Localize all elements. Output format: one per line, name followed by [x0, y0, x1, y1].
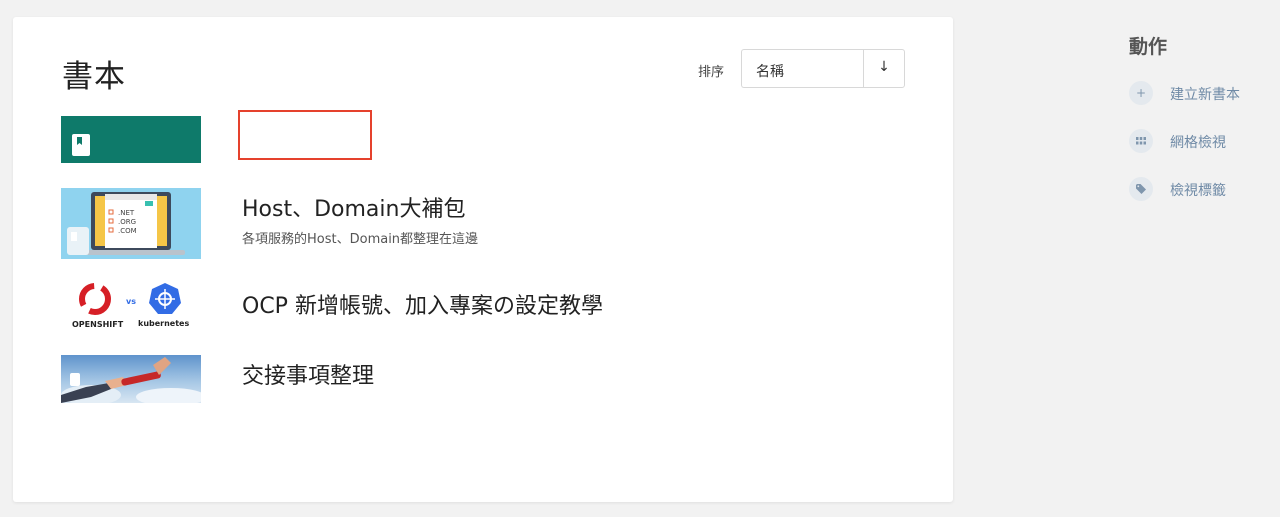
thumb-org-text: .ORG — [118, 218, 137, 226]
actions-title: 動作 — [1129, 36, 1168, 58]
sort-select[interactable]: 名稱 — [741, 49, 864, 88]
books-card: 書本 排序 名稱 ↓ .NET .ORG .COM Host、Domain大補包… — [13, 17, 953, 502]
action-label[interactable]: 建立新書本 — [1170, 84, 1240, 104]
sort-label: 排序 — [698, 65, 725, 80]
sort-direction-button[interactable]: ↓ — [863, 49, 905, 88]
highlighted-empty-title — [238, 110, 372, 160]
book-icon — [72, 134, 90, 156]
handshake-baton-icon — [61, 357, 201, 403]
book-title[interactable]: Host、Domain大補包 — [242, 191, 465, 223]
book-thumbnail[interactable]: .NET .ORG .COM — [61, 188, 201, 259]
book-item[interactable]: OPENSHIFT vs kubernetes OCP 新增帳號、加入專案の設定… — [61, 279, 921, 335]
arrow-down-icon: ↓ — [878, 59, 890, 75]
book-thumbnail[interactable]: OPENSHIFT vs kubernetes — [61, 279, 201, 335]
book-description: 各項服務的Host、Domain都整理在這邊 — [242, 232, 479, 247]
thumb-com-text: .COM — [118, 227, 137, 235]
book-thumbnail[interactable] — [61, 116, 201, 163]
thumb-kubernetes-text: kubernetes — [138, 319, 190, 328]
book-item[interactable] — [61, 116, 921, 166]
book-item[interactable]: .NET .ORG .COM Host、Domain大補包 各項服務的Host、… — [61, 188, 921, 260]
book-title[interactable]: 交接事項整理 — [242, 358, 374, 390]
grid-icon — [1129, 129, 1153, 153]
page-title: 書本 — [62, 59, 126, 95]
book-title[interactable]: OCP 新增帳號、加入專案の設定教學 — [242, 288, 603, 320]
thumb-net-text: .NET — [118, 209, 135, 217]
thumb-openshift-text: OPENSHIFT — [72, 320, 124, 329]
thumb-vs-text: vs — [126, 297, 136, 306]
book-item[interactable]: 交接事項整理 — [61, 355, 921, 403]
action-label[interactable]: 檢視標籤 — [1170, 180, 1226, 200]
tag-icon — [1129, 177, 1153, 201]
plus-icon: + — [1129, 81, 1153, 105]
book-thumbnail[interactable] — [61, 355, 201, 403]
action-label[interactable]: 網格檢視 — [1170, 132, 1226, 152]
